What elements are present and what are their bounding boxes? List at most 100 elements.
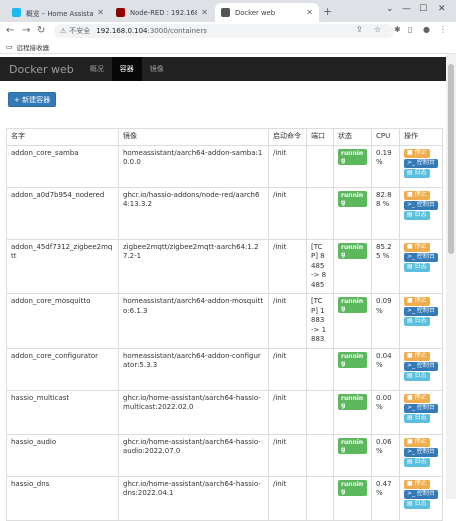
container-image: homeassistant/aarch64-addon-mosquitto:6.… [118, 293, 269, 349]
stop-button[interactable]: ■ 停止 [404, 351, 430, 361]
profile-icon[interactable]: ● [423, 25, 430, 34]
console-button[interactable]: >_ 控制台 [404, 307, 438, 316]
sidebar-icon[interactable]: ▯ [408, 25, 412, 34]
log-button[interactable]: ▤ 日志 [404, 413, 430, 423]
container-image: ghcr.io/hassio-addons/node-red/aarch64:1… [118, 186, 269, 240]
extensions-icon[interactable]: ✱ [394, 25, 401, 34]
cpu-usage: 0.06 % [371, 433, 400, 477]
container-port: [TCP] 1883 -> 1883 [306, 293, 334, 349]
log-button[interactable]: ▤ 日志 [404, 210, 430, 220]
containers-table: 名字 镜像 启动命令 端口 状态 CPU 操作 addon_core_samba… [6, 128, 443, 521]
nav-containers[interactable]: 容器 [111, 57, 142, 81]
reload-icon[interactable]: ↻ [37, 25, 45, 36]
table-row: addon_core_configurator homeassistant/aar… [6, 347, 443, 391]
maximize-icon[interactable]: ☐ [419, 4, 427, 14]
url-bar[interactable]: ⚠ 不安全 192.168.0.104 :3000/containers [54, 24, 394, 38]
cpu-usage: 82.88 % [371, 186, 400, 240]
console-button[interactable]: >_ 控制台 [404, 489, 438, 499]
container-port [306, 389, 334, 435]
stop-button[interactable]: ■ 停止 [404, 190, 430, 200]
share-icon[interactable]: ⇪ [356, 25, 363, 34]
minimize-icon[interactable]: — [402, 4, 411, 14]
security-label: 不安全 [69, 27, 91, 35]
stop-button[interactable]: ■ 停止 [404, 437, 430, 447]
log-button[interactable]: ▤ 日志 [404, 317, 430, 326]
container-command: /init [268, 389, 307, 435]
nav-images[interactable]: 镜像 [142, 57, 172, 81]
chevron-down-icon[interactable]: ⌄ [386, 4, 394, 14]
stop-button[interactable]: ■ 停止 [404, 393, 430, 403]
log-button[interactable]: ▤ 日志 [404, 457, 430, 467]
header-status: 状态 [333, 128, 372, 146]
brand-logo[interactable]: Docker web [9, 63, 74, 76]
status-badge: running [338, 242, 367, 259]
menu-icon[interactable]: ⋮ [439, 25, 447, 34]
cpu-usage: 0.47 % [371, 475, 400, 521]
close-tab-icon[interactable]: ✕ [306, 8, 313, 17]
scrollbar-thumb[interactable] [448, 64, 454, 254]
container-name: hassio_audio [6, 433, 119, 477]
new-tab-icon[interactable]: + [323, 5, 332, 18]
page-scrollbar[interactable] [446, 54, 456, 499]
status-badge: running [338, 351, 367, 368]
log-button[interactable]: ▤ 日志 [404, 371, 430, 381]
new-container-button[interactable]: + 新建容器 [8, 92, 57, 107]
close-tab-icon[interactable]: ✕ [97, 8, 104, 17]
actions-cell: ■ 停止 >_ 控制台 ▤ 日志 [399, 293, 443, 349]
warning-icon: ⚠ [60, 27, 67, 35]
header-image: 镜像 [118, 128, 269, 146]
header-port: 端口 [306, 128, 334, 146]
nav-overview[interactable]: 概况 [82, 57, 112, 81]
tab-title: Node-RED : 192.168.0.104 [130, 8, 198, 17]
status-badge: running [338, 479, 367, 496]
actions-cell: ■ 停止 >_ 控制台 ▤ 日志 [399, 144, 443, 188]
browser-tab-bar: 概览 – Home Assistant ✕ Node-RED : 192.168… [0, 0, 456, 22]
container-name: addon_a0d7b954_nodered [6, 186, 119, 240]
console-button[interactable]: >_ 控制台 [404, 252, 438, 262]
console-button[interactable]: >_ 控制台 [404, 361, 438, 371]
window-close-icon[interactable]: ✕ [438, 4, 446, 14]
console-button[interactable]: >_ 控制台 [404, 447, 438, 457]
bookmark-bar: ▭ 远程接收器 [0, 40, 456, 54]
bookmark-item[interactable]: 远程接收器 [17, 42, 50, 52]
container-image: homeassistant/aarch64-addon-configurator… [118, 347, 269, 391]
container-port [306, 186, 334, 240]
cpu-usage: 0.04 % [371, 347, 400, 391]
console-button[interactable]: >_ 控制台 [404, 158, 438, 168]
stop-button[interactable]: ■ 停止 [404, 479, 430, 489]
tab-home-assistant[interactable]: 概览 – Home Assistant ✕ [6, 3, 110, 22]
stop-button[interactable]: ■ 停止 [404, 148, 430, 158]
stop-button[interactable]: ■ 停止 [404, 242, 430, 252]
header-name: 名字 [6, 128, 119, 146]
status-cell: running [333, 238, 372, 294]
cpu-usage: 0.09 % [371, 293, 400, 349]
log-button[interactable]: ▤ 日志 [404, 168, 430, 178]
container-port [306, 144, 334, 188]
container-name: addon_core_mosquitto [6, 293, 119, 349]
actions-cell: ■ 停止 >_ 控制台 ▤ 日志 [399, 475, 443, 521]
star-icon[interactable]: ☆ [374, 25, 381, 34]
container-image: zigbee2mqtt/zigbee2mqtt-aarch64:1.27.2-1 [118, 238, 269, 294]
cpu-usage: 85.25 % [371, 238, 400, 294]
container-port [306, 433, 334, 477]
container-command: /init [268, 238, 307, 294]
forward-icon[interactable]: → [22, 25, 30, 36]
log-button[interactable]: ▤ 日志 [404, 262, 430, 272]
status-badge: running [338, 148, 367, 165]
container-image: ghcr.io/home-assistant/aarch64-hassio-au… [118, 433, 269, 477]
docker-web-favicon-icon [221, 8, 230, 17]
close-tab-icon[interactable]: ✕ [201, 8, 208, 17]
table-row: hassio_multicast ghcr.io/home-assistant/a… [6, 389, 443, 435]
url-path: :3000/containers [147, 27, 207, 35]
container-command: /init [268, 475, 307, 521]
stop-button[interactable]: ■ 停止 [404, 297, 430, 306]
actions-cell: ■ 停止 >_ 控制台 ▤ 日志 [399, 433, 443, 477]
tab-node-red[interactable]: Node-RED : 192.168.0.104 ✕ [110, 3, 214, 22]
status-badge: running [338, 297, 367, 313]
cpu-usage: 0.00 % [371, 389, 400, 435]
log-button[interactable]: ▤ 日志 [404, 499, 430, 509]
console-button[interactable]: >_ 控制台 [404, 200, 438, 210]
back-icon[interactable]: ← [6, 25, 14, 36]
console-button[interactable]: >_ 控制台 [404, 403, 438, 413]
tab-docker-web[interactable]: Docker web ✕ [215, 3, 319, 22]
